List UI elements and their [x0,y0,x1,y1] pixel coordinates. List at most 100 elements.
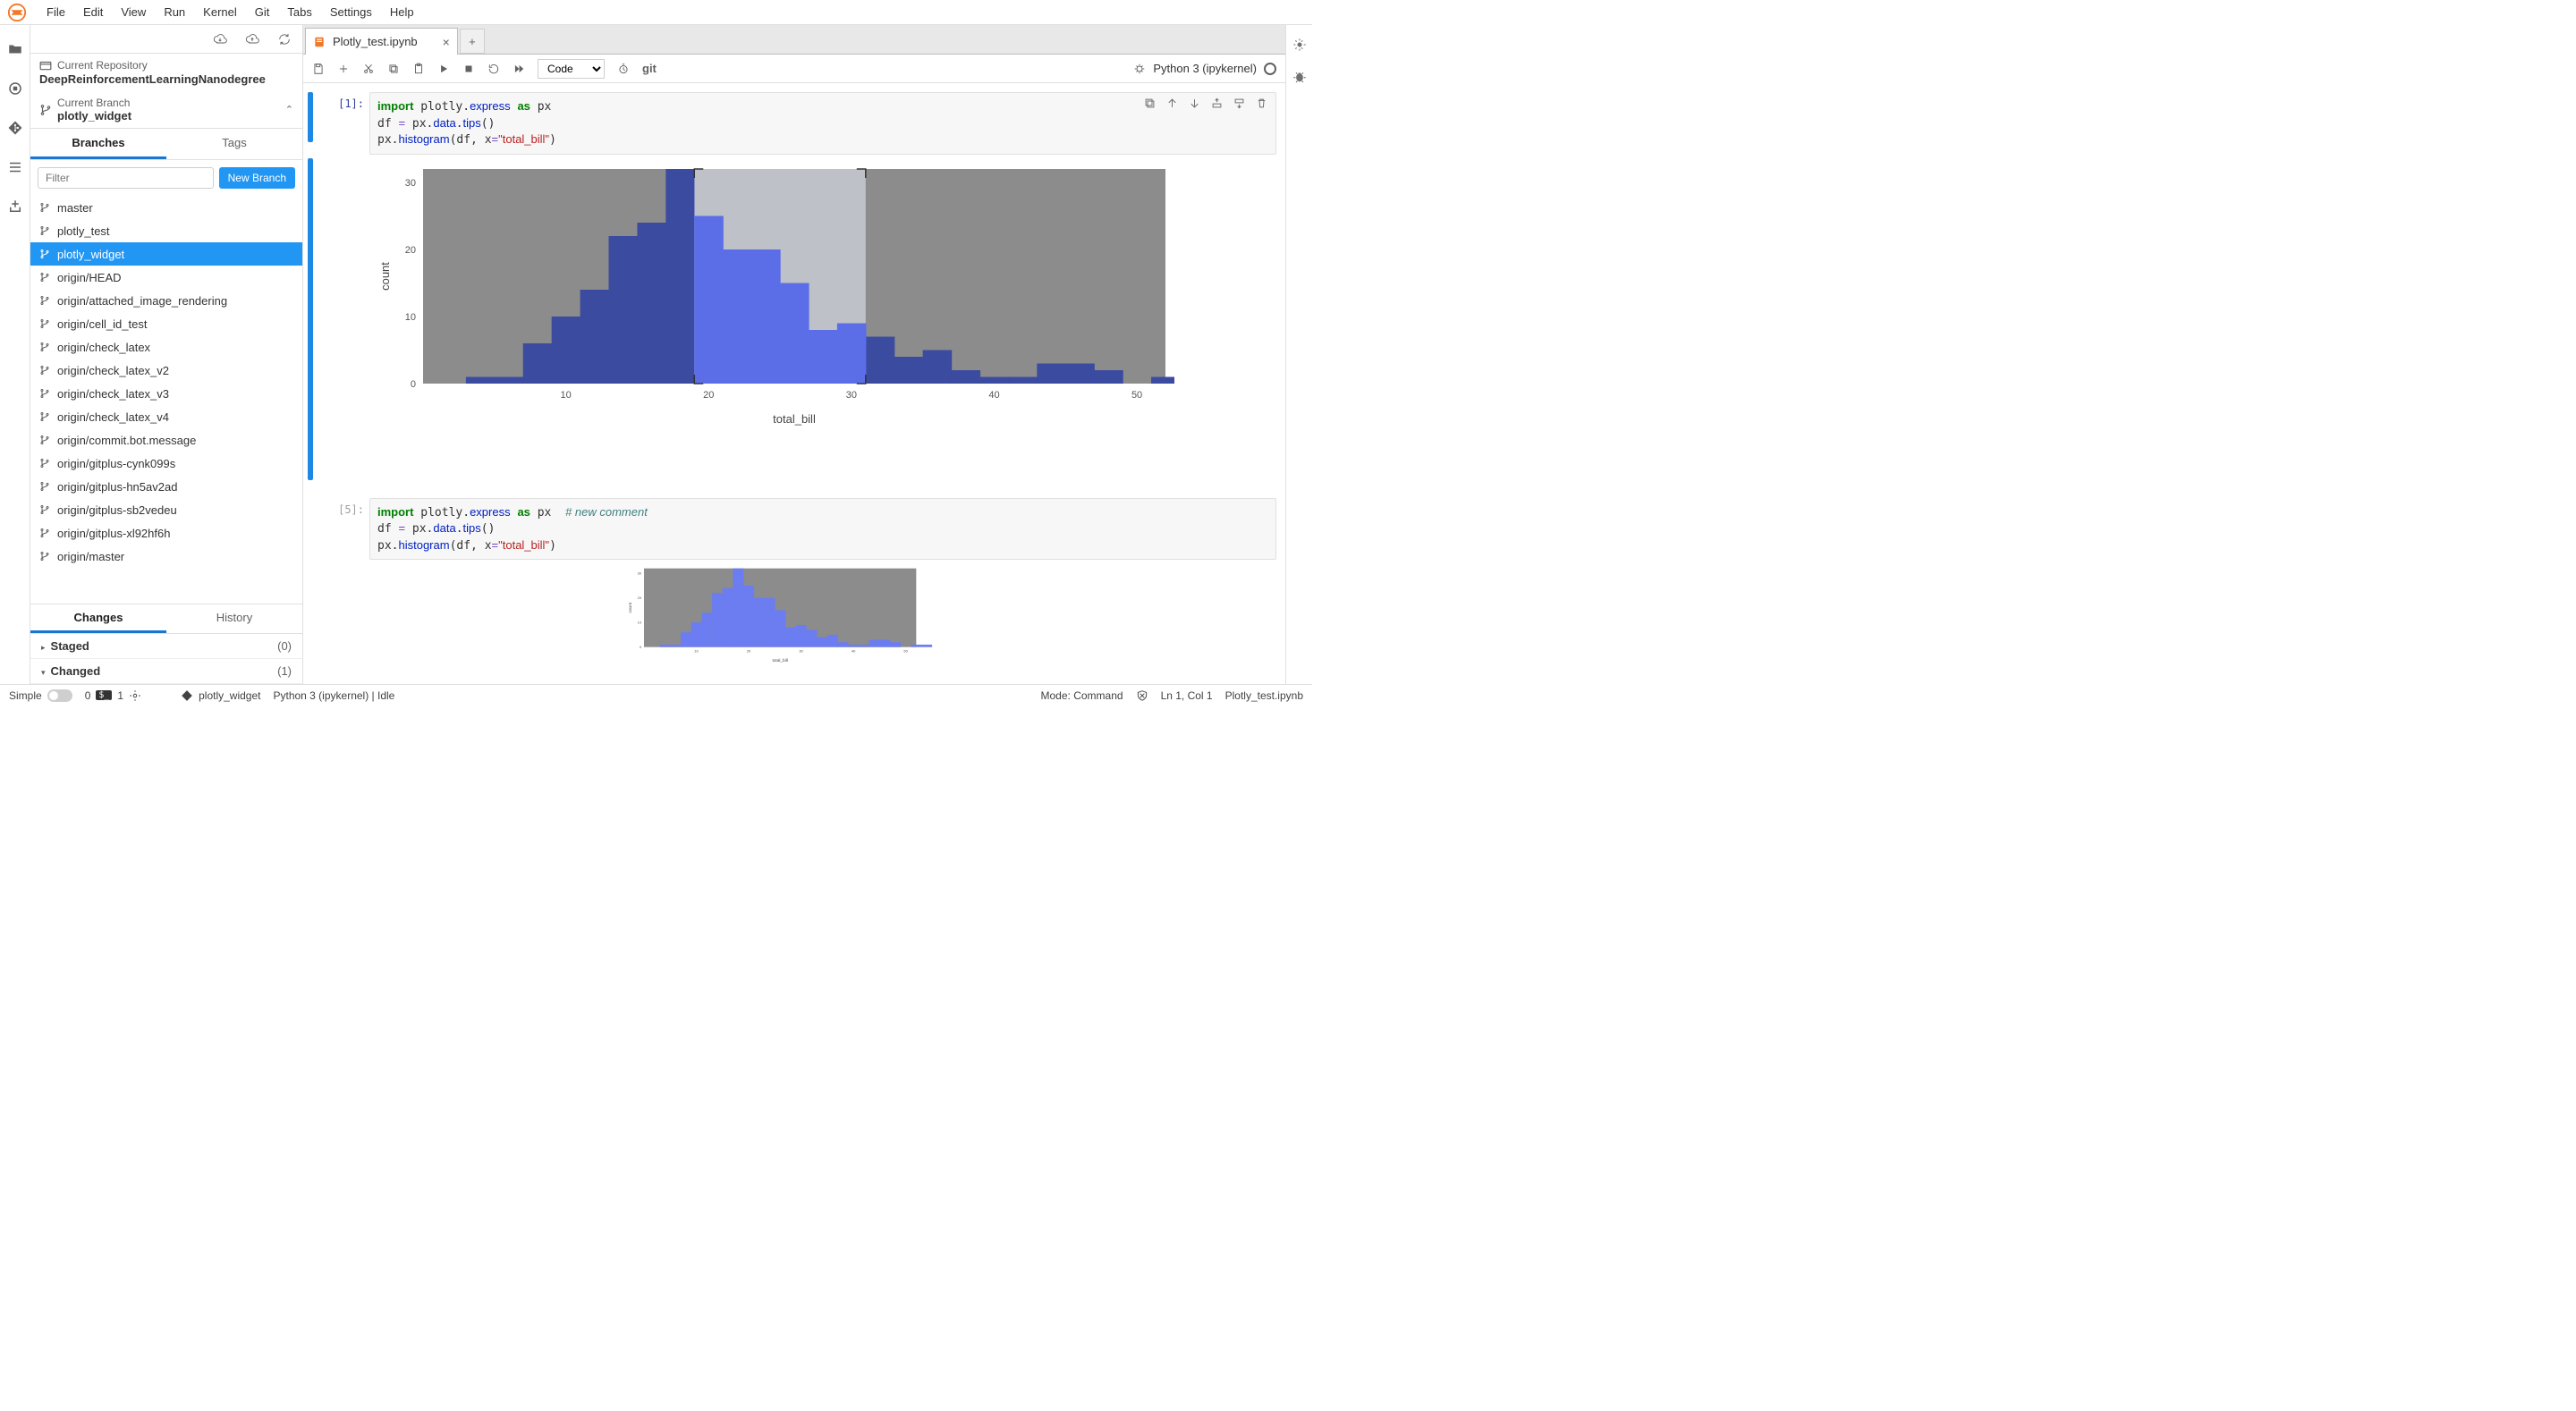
svg-text:10: 10 [694,649,699,654]
branch-item[interactable]: origin/cell_id_test [30,312,302,335]
terminal-icon[interactable]: $_ [96,690,112,700]
trusted-icon[interactable] [1136,689,1148,702]
histogram-output-2[interactable]: 10203001020304050total_billcount [369,565,1108,663]
jupyter-logo [7,3,27,22]
menu-kernel[interactable]: Kernel [194,2,246,22]
branch-item[interactable]: origin/check_latex [30,335,302,359]
svg-text:count: count [628,602,633,613]
new-tab-button[interactable]: + [460,29,485,54]
debugger-icon[interactable] [1292,70,1307,84]
status-kernel[interactable]: Python 3 (ipykernel) | Idle [273,689,394,702]
section-staged[interactable]: ▸Staged (0) [30,634,302,659]
run-icon[interactable] [437,63,450,75]
menu-tabs[interactable]: Tabs [278,2,320,22]
cloud-pull-icon[interactable] [213,32,227,46]
delete-cell-icon[interactable] [1255,97,1268,110]
add-cell-icon[interactable] [337,63,350,75]
svg-text:10: 10 [560,390,571,401]
new-branch-button[interactable]: New Branch [219,167,295,189]
git-icon[interactable] [7,120,23,136]
notebook-icon [313,36,326,48]
cut-icon[interactable] [362,63,375,75]
svg-text:30: 30 [638,571,642,576]
menu-git[interactable]: Git [246,2,279,22]
cell-type-select[interactable]: Code [538,59,605,79]
property-inspector-icon[interactable] [1292,38,1307,52]
simple-label: Simple [9,689,42,702]
branch-item[interactable]: origin/commit.bot.message [30,428,302,452]
timing-icon[interactable] [617,63,630,75]
stop-icon[interactable] [462,63,475,75]
run-all-icon[interactable] [513,63,525,75]
file-tab-plotly-test[interactable]: Plotly_test.ipynb × [305,28,458,55]
branch-item[interactable]: plotly_test [30,219,302,242]
branch-item[interactable]: origin/check_latex_v2 [30,359,302,382]
branch-item[interactable]: origin/gitplus-sb2vedeu [30,498,302,521]
insert-below-icon[interactable] [1233,97,1246,110]
code-cell-1[interactable]: import plotly.express as px df = px.data… [369,92,1276,155]
section-changed[interactable]: ▾Changed (1) [30,659,302,684]
current-branch-label: Current Branch [57,97,131,109]
toc-icon[interactable] [7,159,23,175]
branch-item[interactable]: master [30,196,302,219]
cloud-push-icon[interactable] [245,32,259,46]
running-icon[interactable] [7,80,23,97]
restart-icon[interactable] [487,63,500,75]
branch-item[interactable]: origin/check_latex_v3 [30,382,302,405]
svg-text:20: 20 [747,649,751,654]
menu-edit[interactable]: Edit [74,2,112,22]
svg-text:10: 10 [638,621,642,625]
branch-item[interactable]: plotly_widget [30,242,302,266]
copy-icon[interactable] [387,63,400,75]
menu-view[interactable]: View [112,2,155,22]
status-branch[interactable]: plotly_widget [199,689,260,702]
svg-text:count: count [378,261,392,290]
tab-branches[interactable]: Branches [30,129,166,159]
menu-settings[interactable]: Settings [321,2,381,22]
branch-item[interactable]: origin/HEAD [30,266,302,289]
git-status-icon[interactable] [181,689,193,702]
menu-run[interactable]: Run [155,2,194,22]
status-file[interactable]: Plotly_test.ipynb [1225,689,1303,702]
move-up-icon[interactable] [1165,97,1179,110]
notebook-body: [1]: import plotly.express as px df = px… [303,83,1285,684]
prompt-cell-2: [5]: [318,498,369,561]
menu-help[interactable]: Help [381,2,423,22]
tab-history[interactable]: History [166,604,302,633]
histogram-output-1[interactable]: 10203001020304050total_billcount [369,160,1108,428]
move-down-icon[interactable] [1188,97,1201,110]
kernel-name[interactable]: Python 3 (ipykernel) [1153,62,1257,75]
current-branch-selector[interactable]: Current Branch plotly_widget ⌃ [30,91,302,128]
bug-icon[interactable] [1133,63,1146,75]
right-rail [1285,25,1312,684]
branch-filter-input[interactable] [38,167,214,189]
menu-file[interactable]: File [38,2,74,22]
branch-item[interactable]: origin/gitplus-xl92hf6h [30,521,302,545]
simple-toggle[interactable] [47,689,72,702]
kernel-status-icon[interactable] [1264,63,1276,75]
close-icon[interactable]: × [443,35,450,49]
file-tab-label: Plotly_test.ipynb [333,35,418,48]
extensions-icon[interactable] [7,199,23,215]
tab-changes[interactable]: Changes [30,604,166,633]
branches-tags-tabs: Branches Tags [30,129,302,160]
svg-text:50: 50 [1131,390,1142,401]
branch-item[interactable]: origin/check_latex_v4 [30,405,302,428]
file-tab-bar: Plotly_test.ipynb × + [303,25,1285,55]
branch-item[interactable]: origin/gitplus-cynk099s [30,452,302,475]
current-branch-name: plotly_widget [57,109,131,123]
lsp-settings-icon[interactable] [129,689,141,702]
git-toolbar-label[interactable]: git [642,62,657,75]
code-cell-2[interactable]: import plotly.express as px # new commen… [369,498,1276,561]
duplicate-icon[interactable] [1143,97,1157,110]
insert-above-icon[interactable] [1210,97,1224,110]
changes-history-tabs: Changes History [30,604,302,634]
paste-icon[interactable] [412,63,425,75]
refresh-icon[interactable] [277,32,292,46]
save-icon[interactable] [312,63,325,75]
branch-item[interactable]: origin/gitplus-hn5av2ad [30,475,302,498]
branch-item[interactable]: origin/attached_image_rendering [30,289,302,312]
folder-icon[interactable] [7,41,23,57]
branch-item[interactable]: origin/master [30,545,302,568]
tab-tags[interactable]: Tags [166,129,302,159]
